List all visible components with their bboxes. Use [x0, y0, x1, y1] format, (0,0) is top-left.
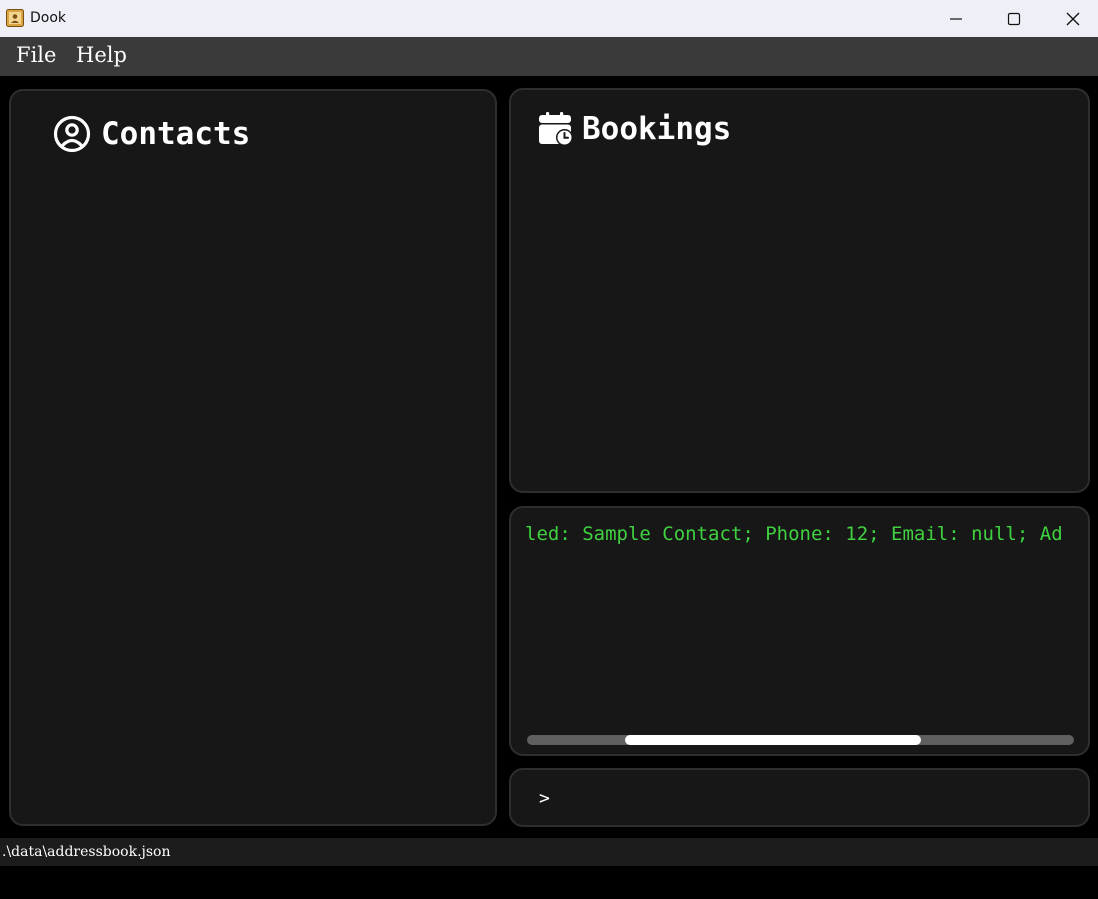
minimize-icon [950, 17, 962, 20]
scrollbar-thumb[interactable] [625, 735, 921, 745]
close-icon [1066, 12, 1080, 25]
maximize-button[interactable] [991, 0, 1037, 37]
horizontal-scrollbar[interactable] [527, 735, 1074, 745]
close-button[interactable] [1050, 0, 1096, 37]
menu-bar: File Help [0, 37, 1098, 76]
window-title: Dook [30, 10, 67, 26]
contacts-title: Contacts [101, 116, 251, 152]
command-box: > [509, 768, 1090, 827]
user-circle-icon [53, 115, 91, 153]
command-input[interactable] [559, 780, 1073, 818]
addressbook-app-icon [6, 9, 24, 27]
calendar-clock-icon [539, 112, 573, 146]
menu-file[interactable]: File [16, 43, 56, 67]
minimize-button[interactable] [933, 0, 979, 37]
result-display-panel: led: Sample Contact; Phone: 12; Email: n… [509, 506, 1090, 756]
contacts-panel: Contacts [9, 89, 497, 826]
result-message: led: Sample Contact; Phone: 12; Email: n… [525, 523, 1063, 545]
contacts-header: Contacts [53, 115, 250, 153]
bookings-header: Bookings [538, 111, 731, 147]
bookings-panel: Bookings [509, 88, 1090, 493]
save-file-path: .\data\addressbook.json [2, 844, 171, 860]
window-titlebar: Dook [0, 0, 1098, 37]
bookings-title: Bookings [582, 111, 732, 147]
command-prompt: > [539, 788, 550, 809]
menu-help[interactable]: Help [76, 43, 127, 67]
status-bar: .\data\addressbook.json [0, 838, 1098, 866]
maximize-icon [1007, 12, 1021, 25]
